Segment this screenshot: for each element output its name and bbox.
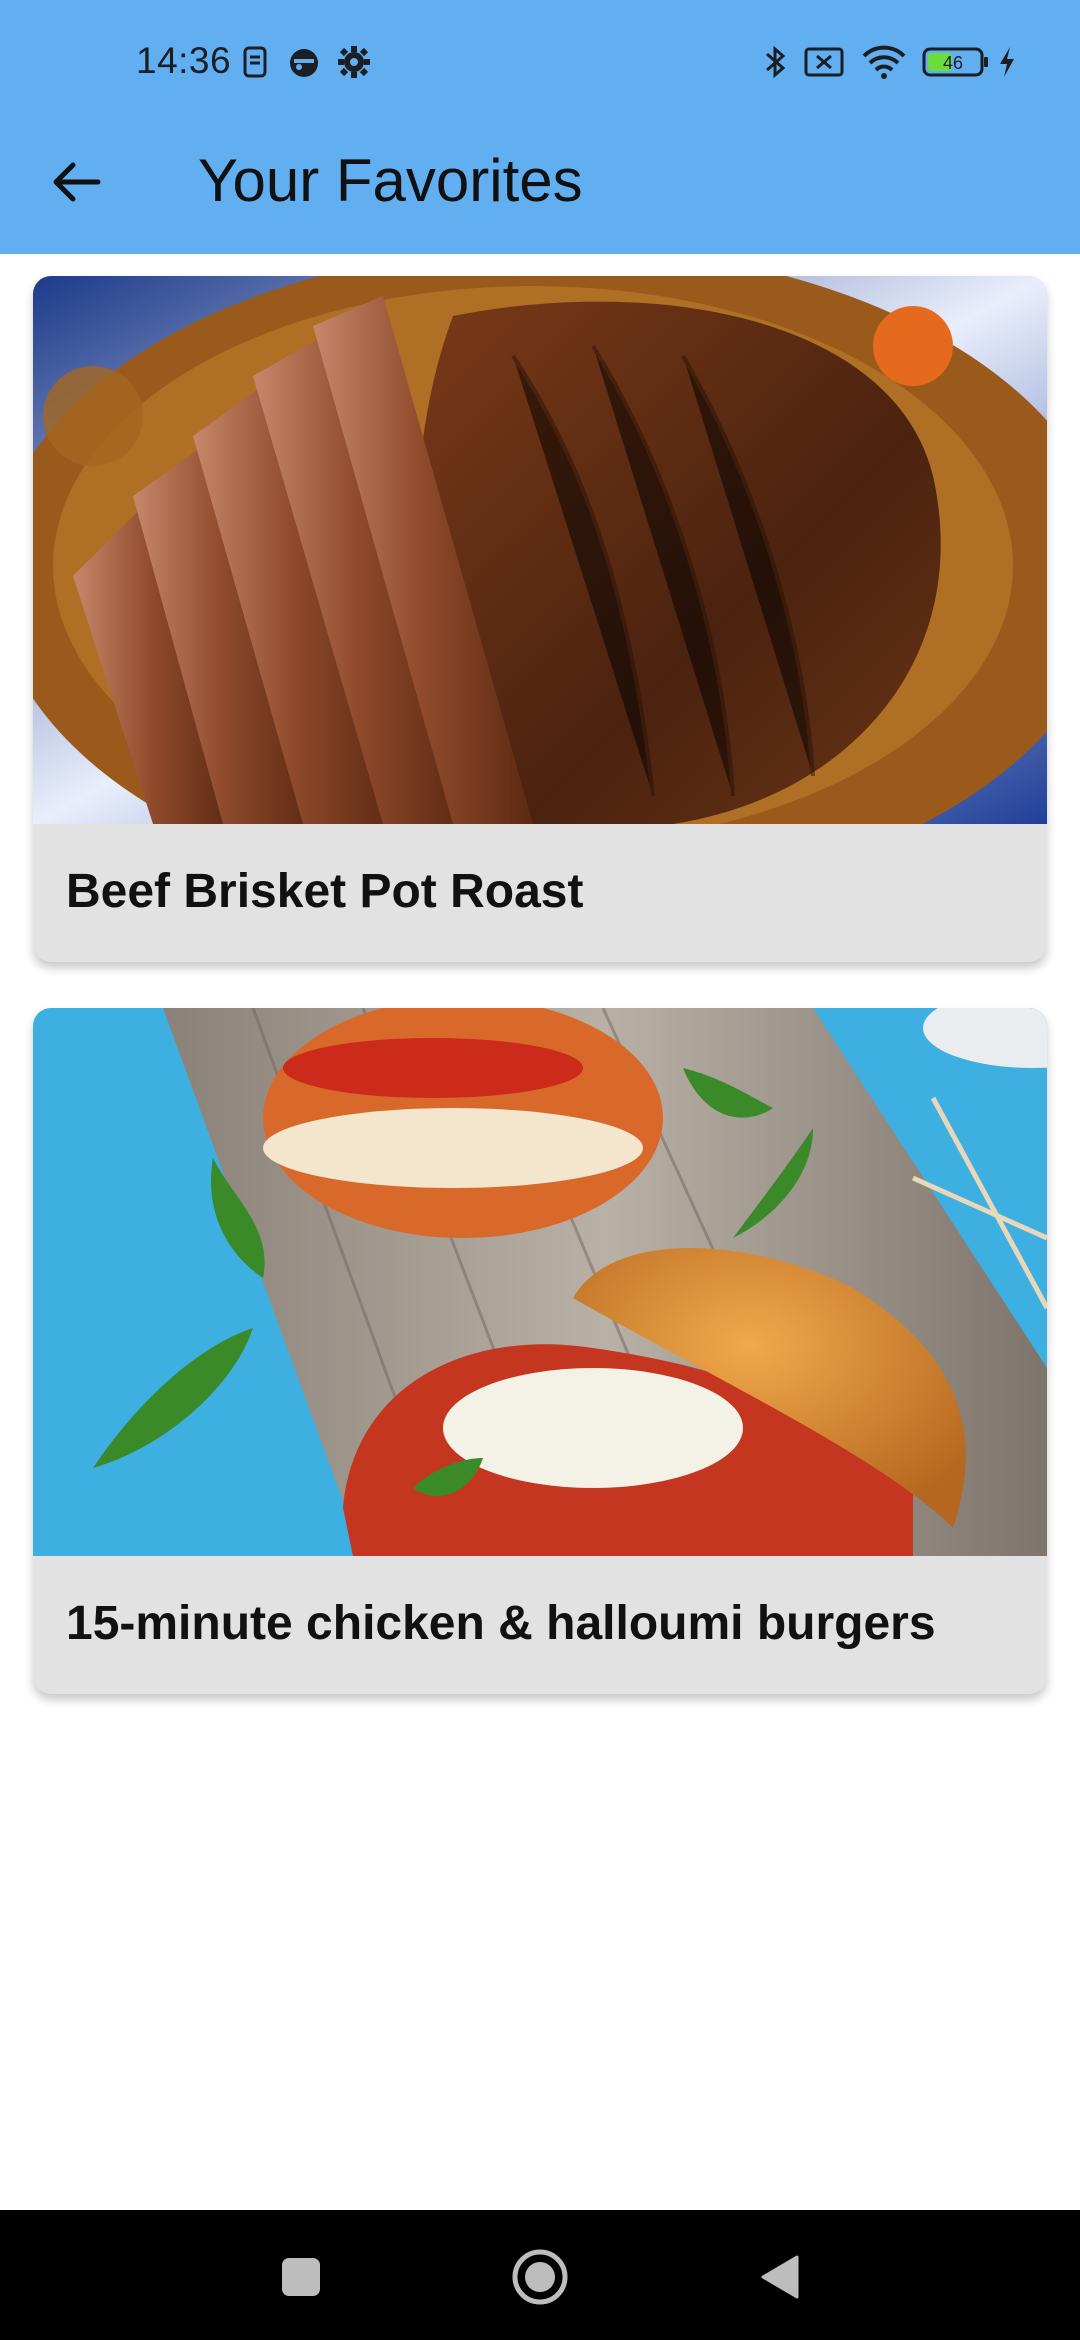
no-sim-icon [804, 44, 844, 80]
app-header: 14:36 46 Your Favorites [0, 0, 1080, 254]
status-time: 14:36 [136, 40, 232, 81]
back-button[interactable] [40, 146, 112, 218]
halloumi-burger-photo [33, 1008, 1047, 1556]
pirate-icon [286, 44, 322, 80]
arrow-left-icon [53, 162, 101, 202]
toolbar: Your Favorites [0, 126, 1080, 254]
gear-icon [337, 44, 371, 80]
home-button[interactable] [505, 2242, 575, 2312]
home-icon [512, 2249, 568, 2305]
charging-icon [996, 44, 1018, 80]
status-bar: 14:36 46 [0, 0, 1080, 126]
page-title: Your Favorites [198, 147, 583, 214]
back-nav-button[interactable] [744, 2242, 814, 2312]
recents-button[interactable] [266, 2242, 336, 2312]
recipe-title: 15-minute chicken & halloumi burgers [66, 1597, 936, 1650]
recipe-title: Beef Brisket Pot Roast [66, 865, 584, 918]
back-triangle-icon [761, 2255, 799, 2299]
bluetooth-icon [762, 44, 788, 80]
sim-icon [242, 44, 268, 80]
svg-text:46: 46 [943, 53, 963, 73]
system-nav-bar [0, 2210, 1080, 2340]
battery-icon: 46 [922, 44, 990, 80]
favorite-card-halloumi-burgers[interactable]: 15-minute chicken & halloumi burgers [33, 1008, 1047, 1694]
recents-icon [282, 2258, 320, 2296]
wifi-icon [862, 44, 906, 80]
beef-brisket-photo [33, 276, 1047, 824]
favorite-card-beef-brisket[interactable]: Beef Brisket Pot Roast [33, 276, 1047, 962]
